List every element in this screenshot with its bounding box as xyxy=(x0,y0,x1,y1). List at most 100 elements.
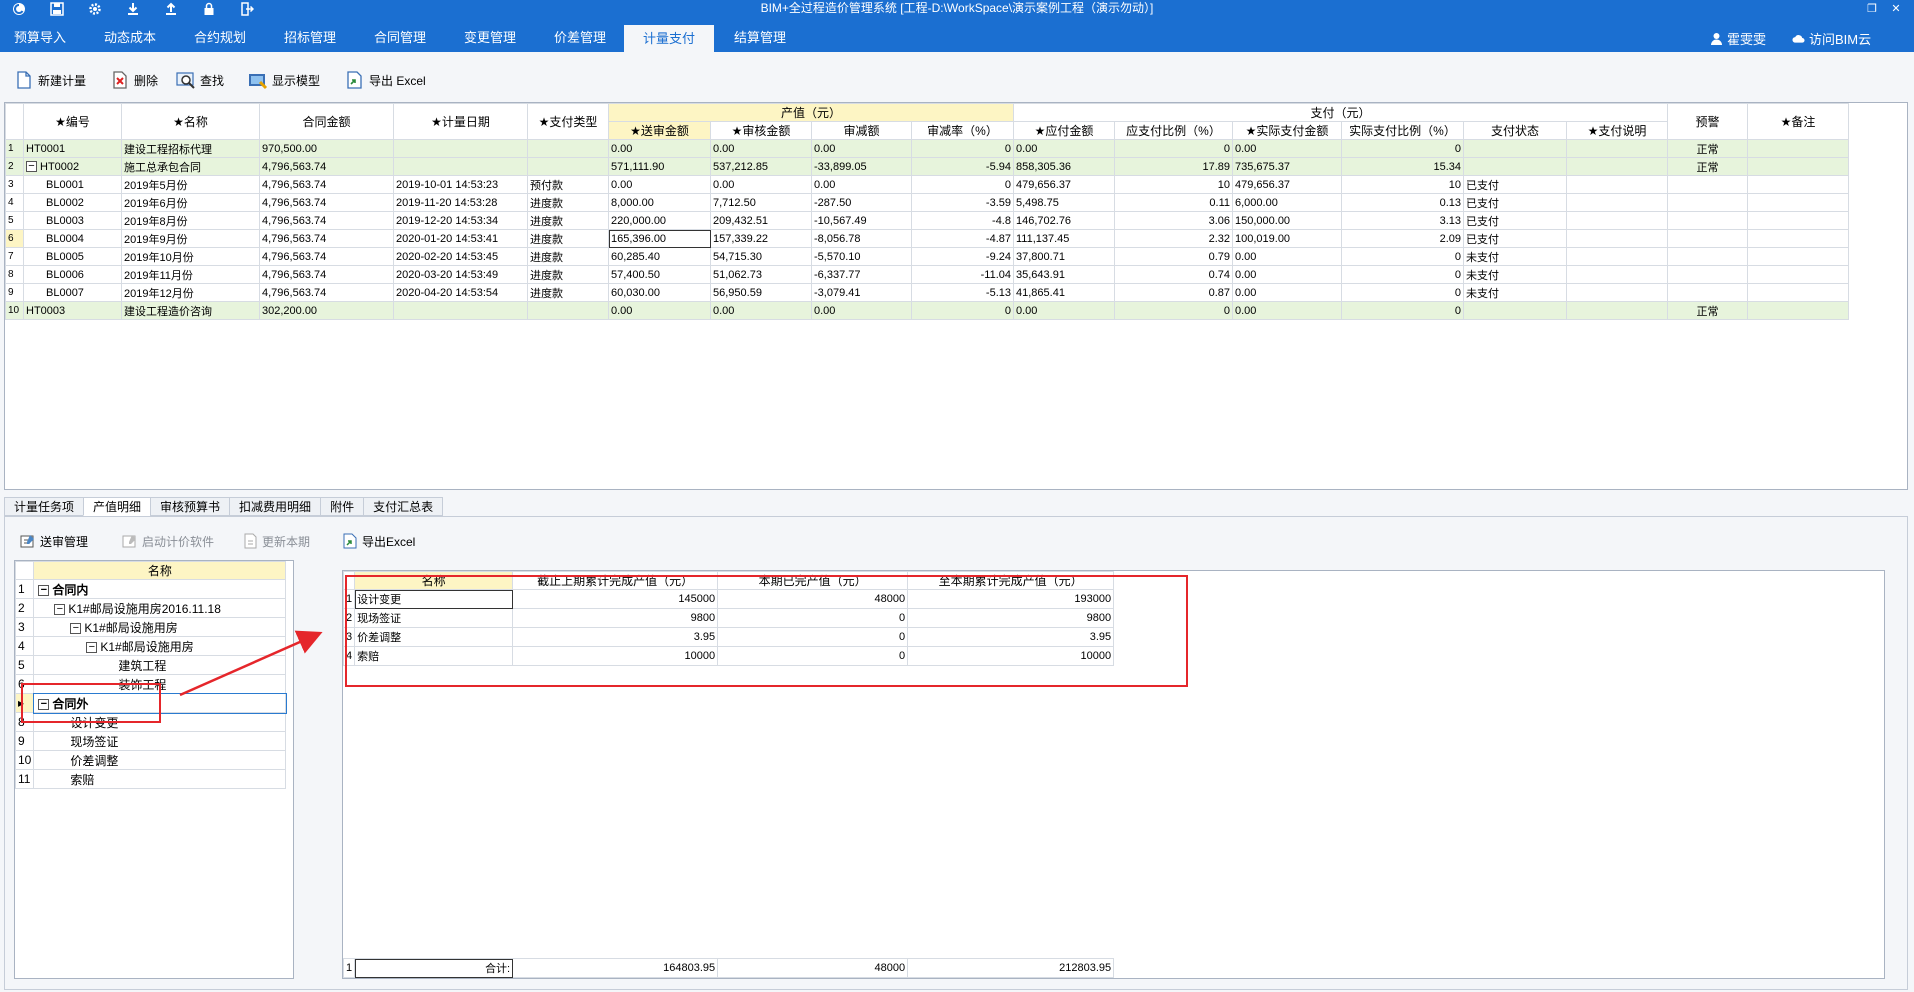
cell-cut-amount[interactable]: -3,079.41 xyxy=(811,283,912,302)
cell-warning[interactable] xyxy=(1667,265,1748,284)
cell-payable-amount[interactable]: 111,137.45 xyxy=(1013,229,1115,248)
menu-budget-import[interactable]: 预算导入 xyxy=(0,27,80,52)
cell-cut-rate[interactable]: 0 xyxy=(911,139,1014,158)
col-header-actual-ratio[interactable]: 实际支付比例（%） xyxy=(1341,121,1464,140)
cell-cut-amount[interactable]: 0.00 xyxy=(811,175,912,194)
row-number[interactable]: 9 xyxy=(5,283,24,302)
row-number[interactable]: 8 xyxy=(5,265,24,284)
cell-warning[interactable]: 正常 xyxy=(1667,157,1748,176)
col-header-tree-name[interactable]: 名称 xyxy=(33,561,287,580)
cell-payment-type[interactable]: 进度款 xyxy=(527,265,609,284)
cell-contract-amount[interactable]: 4,796,563.74 xyxy=(259,211,394,230)
menu-dynamic-cost[interactable]: 动态成本 xyxy=(90,27,170,52)
cell-payment-status[interactable] xyxy=(1463,139,1567,158)
cell-audit-amount[interactable]: 0.00 xyxy=(710,175,812,194)
row-number[interactable]: 7 xyxy=(5,247,24,266)
cell-warning[interactable] xyxy=(1667,283,1748,302)
review-management-button[interactable]: 送审管理 xyxy=(20,530,88,552)
cell-contract-amount[interactable]: 4,796,563.74 xyxy=(259,157,394,176)
cell-measure-date[interactable] xyxy=(393,139,528,158)
cell-payable-ratio[interactable]: 0.74 xyxy=(1114,265,1233,284)
cell-payable-amount[interactable]: 0.00 xyxy=(1013,139,1115,158)
table-row[interactable]: 10 HT0003 建设工程造价咨询 302,200.00 0.00 0.00 0.00 0 0… xyxy=(5,301,1849,320)
cell-payment-type[interactable]: 进度款 xyxy=(527,193,609,212)
row-number[interactable]: 5 xyxy=(5,211,24,230)
cell-payment-status[interactable]: 已支付 xyxy=(1463,193,1567,212)
cell-audit-amount[interactable]: 0.00 xyxy=(710,139,812,158)
cell-submit-amount[interactable]: 0.00 xyxy=(608,175,711,194)
cell-payable-amount[interactable]: 479,656.37 xyxy=(1013,175,1115,194)
cell-payable-ratio[interactable]: 0.79 xyxy=(1114,247,1233,266)
cell-warning[interactable] xyxy=(1667,193,1748,212)
cell-submit-amount[interactable]: 0.00 xyxy=(608,301,711,320)
cell-payment-note[interactable] xyxy=(1566,157,1668,176)
cell-payment-type[interactable] xyxy=(527,301,609,320)
tab-payment-summary[interactable]: 支付汇总表 xyxy=(363,497,444,516)
cell-payment-note[interactable] xyxy=(1566,301,1668,320)
cell-audit-amount[interactable]: 157,339.22 xyxy=(710,229,812,248)
menu-contract-management[interactable]: 合同管理 xyxy=(360,27,440,52)
table-row[interactable]: 1 HT0001 建设工程招标代理 970,500.00 0.00 0.00 0.00 0 0.… xyxy=(5,139,1849,158)
cell-code[interactable]: BL0004 xyxy=(23,229,122,248)
restore-icon[interactable]: ❐ xyxy=(1860,0,1884,17)
tab-measurement-tasks[interactable]: 计量任务项 xyxy=(4,497,84,516)
col-header-audit-amount[interactable]: ★审核金额 xyxy=(710,121,812,140)
cell-code[interactable]: BL0003 xyxy=(23,211,122,230)
cell-cut-rate[interactable]: -11.04 xyxy=(911,265,1014,284)
cell-warning[interactable] xyxy=(1667,229,1748,248)
cell-payment-type[interactable]: 进度款 xyxy=(527,211,609,230)
cell-contract-amount[interactable]: 4,796,563.74 xyxy=(259,265,394,284)
table-row[interactable]: 2− HT0002 施工总承包合同 4,796,563.74 571,111.90 537… xyxy=(5,157,1849,176)
row-number[interactable]: 4 xyxy=(5,193,24,212)
cell-payment-status[interactable] xyxy=(1463,157,1567,176)
sub-export-excel-button[interactable]: 导出Excel xyxy=(342,530,415,552)
cell-name[interactable]: 2019年5月份 xyxy=(121,175,260,194)
cell-payment-note[interactable] xyxy=(1566,211,1668,230)
cell-code[interactable]: BL0005 xyxy=(23,247,122,266)
row-number[interactable]: 3 xyxy=(5,175,24,194)
find-button[interactable]: 查找 xyxy=(176,67,224,93)
collapse-icon[interactable]: − xyxy=(86,641,98,653)
cell-name[interactable]: 建设工程招标代理 xyxy=(121,139,260,158)
cell-warning[interactable] xyxy=(1667,211,1748,230)
cell-payment-note[interactable] xyxy=(1566,193,1668,212)
table-row[interactable]: 3 BL0001 2019年5月份 4,796,563.74 2019-10-01 14… xyxy=(5,175,1849,194)
table-row[interactable]: 4 BL0002 2019年6月份 4,796,563.74 2019-11-20 14… xyxy=(5,193,1849,212)
cell-cut-rate[interactable]: -4.8 xyxy=(911,211,1014,230)
cell-payable-ratio[interactable]: 0 xyxy=(1114,139,1233,158)
col-header-submit-amount[interactable]: ★送审金额 xyxy=(608,121,711,140)
cell-cut-rate[interactable]: -5.13 xyxy=(911,283,1014,302)
cell-name[interactable]: 建设工程造价咨询 xyxy=(121,301,260,320)
cell-payment-status[interactable]: 未支付 xyxy=(1463,265,1567,284)
cell-remark[interactable] xyxy=(1747,139,1849,158)
cell-cut-amount[interactable]: 0.00 xyxy=(811,301,912,320)
cell-payable-ratio[interactable]: 0 xyxy=(1114,301,1233,320)
cell-actual-paid[interactable]: 0.00 xyxy=(1232,247,1342,266)
cell-name[interactable]: 施工总承包合同 xyxy=(121,157,260,176)
collapse-icon[interactable]: − xyxy=(38,584,50,596)
col-header-actual-paid[interactable]: ★实际支付金额 xyxy=(1232,121,1342,140)
cell-actual-paid[interactable]: 0.00 xyxy=(1232,283,1342,302)
cell-payable-amount[interactable]: 35,643.91 xyxy=(1013,265,1115,284)
cell-submit-amount[interactable]: 60,285.40 xyxy=(608,247,711,266)
cell-cut-rate[interactable]: -5.94 xyxy=(911,157,1014,176)
cell-payment-note[interactable] xyxy=(1566,247,1668,266)
cell-payable-amount[interactable]: 41,865.41 xyxy=(1013,283,1115,302)
col-header-measure-date[interactable]: ★计量日期 xyxy=(393,103,528,140)
cell-payable-ratio[interactable]: 10 xyxy=(1114,175,1233,194)
cell-payment-status[interactable]: 已支付 xyxy=(1463,229,1567,248)
menu-price-diff-management[interactable]: 价差管理 xyxy=(540,27,620,52)
tree-item[interactable]: 11 索赔 xyxy=(15,769,287,789)
cell-code[interactable]: BL0001 xyxy=(23,175,122,194)
cell-measure-date[interactable]: 2020-04-20 14:53:54 xyxy=(393,283,528,302)
cell-remark[interactable] xyxy=(1747,247,1849,266)
cell-audit-amount[interactable]: 0.00 xyxy=(710,301,812,320)
cell-payment-note[interactable] xyxy=(1566,283,1668,302)
tab-deduction-details[interactable]: 扣减费用明细 xyxy=(229,497,321,516)
cell-cut-rate[interactable]: 0 xyxy=(911,301,1014,320)
cell-measure-date[interactable]: 2019-12-20 14:53:34 xyxy=(393,211,528,230)
cell-warning[interactable] xyxy=(1667,175,1748,194)
cell-audit-amount[interactable]: 209,432.51 xyxy=(710,211,812,230)
tree-item-cell[interactable]: − K1#邮局设施用房2016.11.18 xyxy=(33,598,287,618)
cell-cut-amount[interactable]: 0.00 xyxy=(811,139,912,158)
